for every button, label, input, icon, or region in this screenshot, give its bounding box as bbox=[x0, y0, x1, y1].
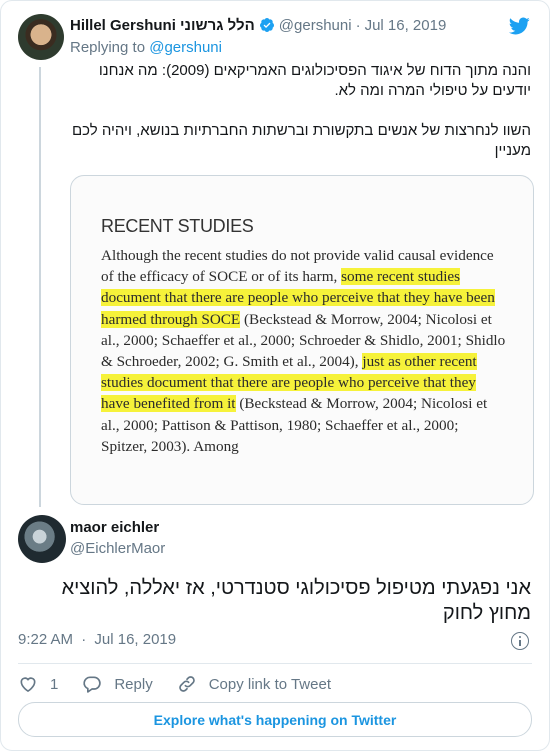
author-name[interactable]: Hillel Gershuni הלל גרשוני bbox=[70, 17, 255, 34]
replying-prefix: Replying to bbox=[70, 39, 146, 56]
info-icon[interactable] bbox=[511, 632, 529, 650]
tweet-body: והנה מתוך הדוח של איגוד הפסיכולוגים האמר… bbox=[70, 61, 531, 161]
like-button[interactable]: 1 bbox=[18, 674, 58, 694]
copy-link-label: Copy link to Tweet bbox=[208, 675, 331, 693]
verified-badge-icon bbox=[259, 18, 274, 32]
twitter-bird-icon[interactable] bbox=[507, 15, 531, 37]
reply-button[interactable]: Reply bbox=[82, 674, 153, 694]
tweet-header: Hillel Gershuni הלל גרשוני @gershuni · J… bbox=[70, 14, 531, 36]
reply-bubble-icon bbox=[83, 676, 102, 693]
reply-author-name[interactable]: maor eichler bbox=[70, 519, 165, 536]
document-paragraph: Although the recent studies do not provi… bbox=[101, 245, 507, 457]
reply-label: Reply bbox=[114, 675, 153, 693]
document-heading: RECENT STUDIES bbox=[101, 216, 254, 236]
tweet-paragraph-2: השוו לנחרצות של אנשים בתקשורת וברשתות הח… bbox=[71, 122, 531, 159]
heart-icon bbox=[20, 677, 36, 693]
replying-to: Replying to @gershuni bbox=[70, 39, 222, 56]
action-bar: 1 Reply Copy link to Tweet bbox=[18, 673, 355, 695]
document-excerpt: RECENT STUDIES Although the recent studi… bbox=[101, 216, 507, 457]
reply-text: אני נפגעתי מטיפול פסיכולוגי סטנדרטי, אז … bbox=[61, 577, 531, 624]
like-count: 1 bbox=[50, 675, 59, 693]
timestamp-separator: · bbox=[81, 631, 87, 648]
replying-handle-link[interactable]: @gershuni bbox=[149, 39, 222, 56]
reply-date: Jul 16, 2019 bbox=[94, 631, 177, 648]
reply-time: 9:22 AM bbox=[18, 631, 74, 648]
author-handle[interactable]: @gershuni bbox=[279, 17, 352, 34]
copy-link-button[interactable]: Copy link to Tweet bbox=[177, 674, 331, 694]
link-icon bbox=[178, 676, 195, 692]
reply-author-handle[interactable]: @EichlerMaor bbox=[70, 540, 165, 557]
divider bbox=[18, 663, 532, 664]
explore-button[interactable]: Explore what's happening on Twitter bbox=[18, 702, 532, 737]
thread-connector-line bbox=[39, 67, 41, 507]
reply-author: maor eichler @EichlerMaor bbox=[70, 519, 165, 557]
reply-author-avatar[interactable] bbox=[18, 515, 66, 563]
author-avatar[interactable] bbox=[18, 14, 64, 60]
tweet-embed-card: Hillel Gershuni הלל גרשוני @gershuni · J… bbox=[0, 0, 550, 751]
tweet-paragraph-1: והנה מתוך הדוח של איגוד הפסיכולוגים האמר… bbox=[98, 62, 531, 99]
tweet-date[interactable]: Jul 16, 2019 bbox=[365, 17, 447, 34]
tweet-media-image[interactable]: RECENT STUDIES Although the recent studi… bbox=[70, 175, 534, 505]
header-separator: · bbox=[355, 16, 361, 34]
reply-timestamp[interactable]: 9:22 AM · Jul 16, 2019 bbox=[18, 631, 176, 648]
